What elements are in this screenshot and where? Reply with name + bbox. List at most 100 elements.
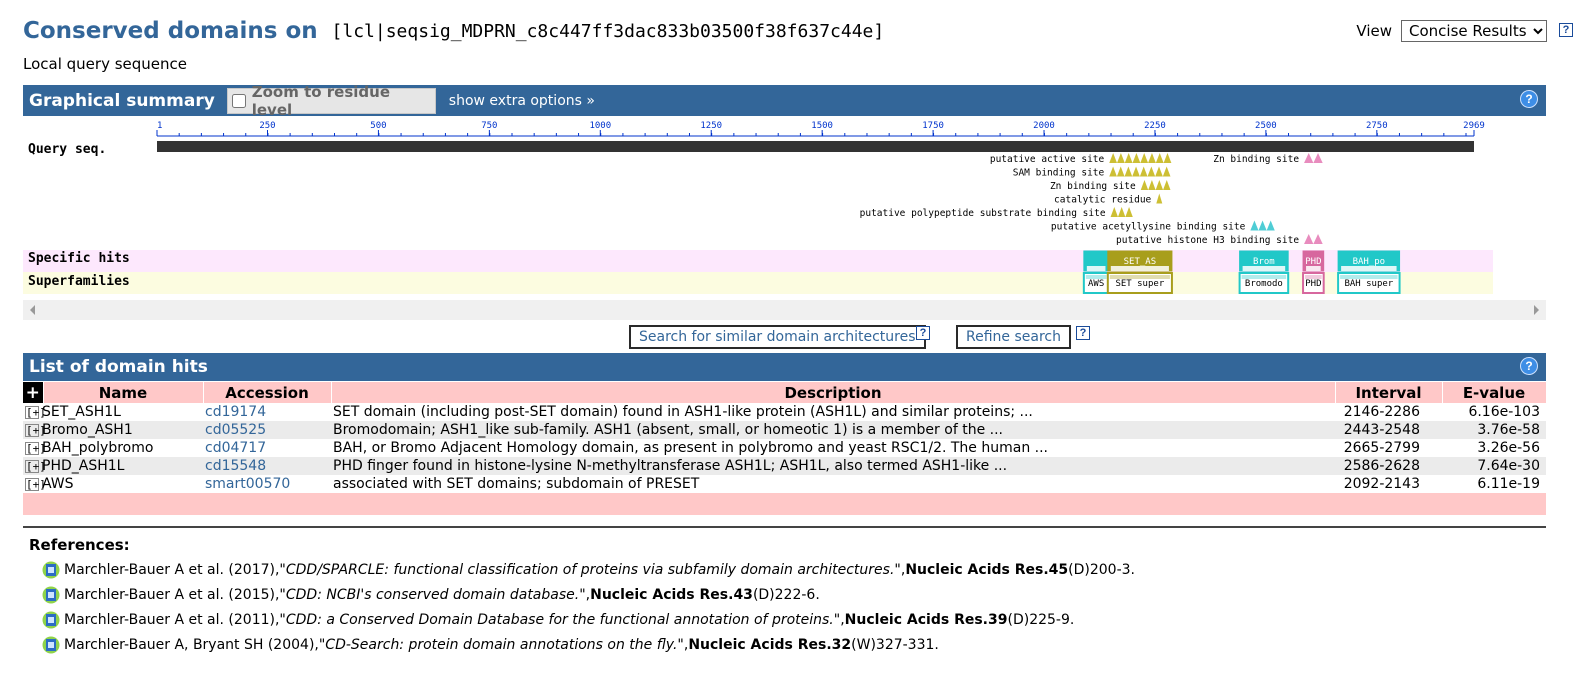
site-annotation[interactable]: putative active site: [990, 153, 1172, 165]
refine-search-button[interactable]: Refine search: [956, 325, 1071, 349]
expand-all-button[interactable]: +: [23, 382, 44, 403]
site-annotation[interactable]: catalytic residue: [1054, 193, 1163, 206]
view-select[interactable]: Concise Results: [1401, 20, 1547, 42]
accession-link[interactable]: smart00570: [205, 476, 290, 492]
site-marker: [1147, 166, 1156, 177]
site-marker: [1117, 153, 1125, 163]
site-marker: [1140, 180, 1149, 190]
pubmed-icon[interactable]: [42, 611, 60, 629]
zoom-checkbox[interactable]: [231, 93, 246, 108]
domain-graphic: Query seq. Specific hits Superfamilies 1…: [23, 117, 1546, 320]
specific-hits-group: SET_AS Brom PHD BAH_po: [1083, 250, 1401, 272]
superfamily-block[interactable]: Bromodo: [1238, 272, 1290, 294]
expand-row-button[interactable]: [+]: [25, 459, 46, 473]
site-marker: [1313, 234, 1323, 244]
ruler-tick-label: 1000: [589, 121, 611, 131]
pubmed-icon[interactable]: [42, 636, 60, 654]
column-header-evalue[interactable]: E-value: [1442, 382, 1547, 403]
site-annotation[interactable]: putative polypeptide substrate binding s…: [860, 207, 1133, 219]
site-marker: [1125, 207, 1133, 217]
column-header-interval[interactable]: Interval: [1335, 382, 1443, 403]
show-extra-options-link[interactable]: show extra options »: [449, 93, 595, 109]
superfamily-block[interactable]: SET super: [1106, 272, 1173, 294]
graphical-summary-help-icon[interactable]: ?: [1520, 90, 1538, 108]
reference-authors: Marchler-Bauer A et al. (2011),: [64, 612, 280, 628]
specific-hit-block[interactable]: [1083, 250, 1109, 272]
pubmed-icon[interactable]: [42, 561, 60, 579]
query-seq-label: Query seq.: [28, 142, 106, 157]
cell-interval: 2586-2628: [1335, 457, 1442, 475]
graphical-summary-title: Graphical summary: [29, 90, 215, 111]
refine-search-help-icon[interactable]: ?: [1076, 326, 1090, 340]
cell-accession: cd04717: [203, 439, 331, 457]
site-marker: [1155, 180, 1164, 190]
cell-description: SET domain (including post-SET domain) f…: [331, 403, 1335, 421]
expand-row-button[interactable]: [+]: [25, 423, 46, 437]
cell-evalue: 6.16e-103: [1442, 403, 1546, 421]
site-marker: [1116, 166, 1125, 177]
cell-name: [+]Bromo_ASH1: [23, 421, 203, 439]
ruler-tick-label: 750: [481, 121, 497, 131]
zoom-toggle[interactable]: Zoom to residue level: [226, 83, 436, 119]
query-sequence-bar[interactable]: [157, 141, 1474, 152]
site-marker: [1148, 153, 1156, 163]
help-icon[interactable]: ?: [1559, 23, 1573, 37]
superfamily-block[interactable]: AWS: [1082, 272, 1110, 294]
specific-hit-label: PHD: [1305, 257, 1321, 267]
domain-hits-help-icon[interactable]: ?: [1520, 357, 1538, 375]
ruler-tick-label: 500: [370, 121, 386, 131]
accession-link[interactable]: cd05525: [205, 422, 266, 438]
site-label: putative histone H3 binding site: [1116, 235, 1299, 246]
superfamily-label: PHD: [1305, 279, 1321, 289]
site-annotation[interactable]: putative acetyllysine binding site: [1051, 220, 1275, 233]
reference-title: "CD-Search: protein domain annotations o…: [318, 637, 684, 653]
graphic-scrollbar[interactable]: [23, 300, 1546, 320]
expand-row-button[interactable]: [+]: [25, 477, 46, 491]
reference-authors: Marchler-Bauer A et al. (2017),: [64, 562, 280, 578]
site-marker: [1124, 166, 1133, 177]
similar-architectures-help-icon[interactable]: ?: [916, 326, 930, 340]
site-marker: [1304, 234, 1314, 244]
site-annotation[interactable]: SAM binding site: [1013, 166, 1171, 179]
reference-authors: Marchler-Bauer A et al. (2015),: [64, 587, 280, 603]
hit-name: Bromo_ASH1: [42, 421, 133, 438]
site-marker: [1162, 166, 1171, 177]
domain-hits-table: + Name Accession Description Interval E-…: [23, 382, 1547, 515]
site-marker: [1148, 180, 1156, 190]
accession-link[interactable]: cd04717: [205, 440, 266, 456]
site-label: Zn binding site: [1213, 154, 1299, 165]
reference-journal: Nucleic Acids Res.39: [844, 612, 1008, 628]
specific-hit-block[interactable]: SET_AS: [1107, 250, 1173, 272]
table-footer-row: [23, 493, 1546, 515]
cell-name: [+]BAH_polybromo: [23, 439, 203, 457]
sites-group: putative active site Zn binding site SAM b…: [860, 153, 1323, 246]
cell-description: Bromodomain; ASH1_like sub-family. ASH1 …: [331, 421, 1335, 439]
column-header-accession[interactable]: Accession: [203, 382, 332, 403]
site-annotation[interactable]: Zn binding site: [1050, 180, 1171, 192]
expand-row-button[interactable]: [+]: [25, 441, 46, 455]
site-marker: [1110, 207, 1118, 217]
superfamily-label: SET super: [1115, 279, 1164, 289]
column-header-description[interactable]: Description: [331, 382, 1336, 403]
reference-pages: (D)225-9.: [1007, 612, 1075, 628]
cell-description: BAH, or Bromo Adjacent Homology domain, …: [331, 439, 1335, 457]
site-annotation[interactable]: Zn binding site: [1213, 153, 1323, 165]
specific-hit-block[interactable]: BAH_po: [1337, 250, 1401, 272]
pubmed-icon[interactable]: [42, 586, 60, 604]
ruler-tick-label: 1: [157, 121, 162, 131]
specific-hit-block[interactable]: Brom: [1239, 250, 1289, 272]
specific-hit-block[interactable]: PHD: [1302, 250, 1325, 272]
accession-link[interactable]: cd19174: [205, 404, 266, 420]
accession-link[interactable]: cd15548: [205, 458, 266, 474]
site-annotation[interactable]: putative histone H3 binding site: [1116, 234, 1323, 246]
ruler-tick-label: 2500: [1255, 121, 1277, 131]
column-header-name[interactable]: Name: [43, 382, 204, 403]
page-header: Conserved domains on [lcl|seqsig_MDPRN_c…: [23, 18, 884, 44]
superfamily-block[interactable]: PHD: [1302, 272, 1325, 294]
superfamilies-group: AWS SET super Bromodo PHD BAH super: [1082, 272, 1401, 294]
search-similar-architectures-button[interactable]: Search for similar domain architectures: [629, 325, 926, 349]
superfamily-block[interactable]: BAH super: [1337, 272, 1401, 294]
site-label: Zn binding site: [1050, 181, 1136, 192]
ruler-tick-label: 2969: [1463, 121, 1485, 131]
expand-row-button[interactable]: [+]: [25, 405, 46, 419]
